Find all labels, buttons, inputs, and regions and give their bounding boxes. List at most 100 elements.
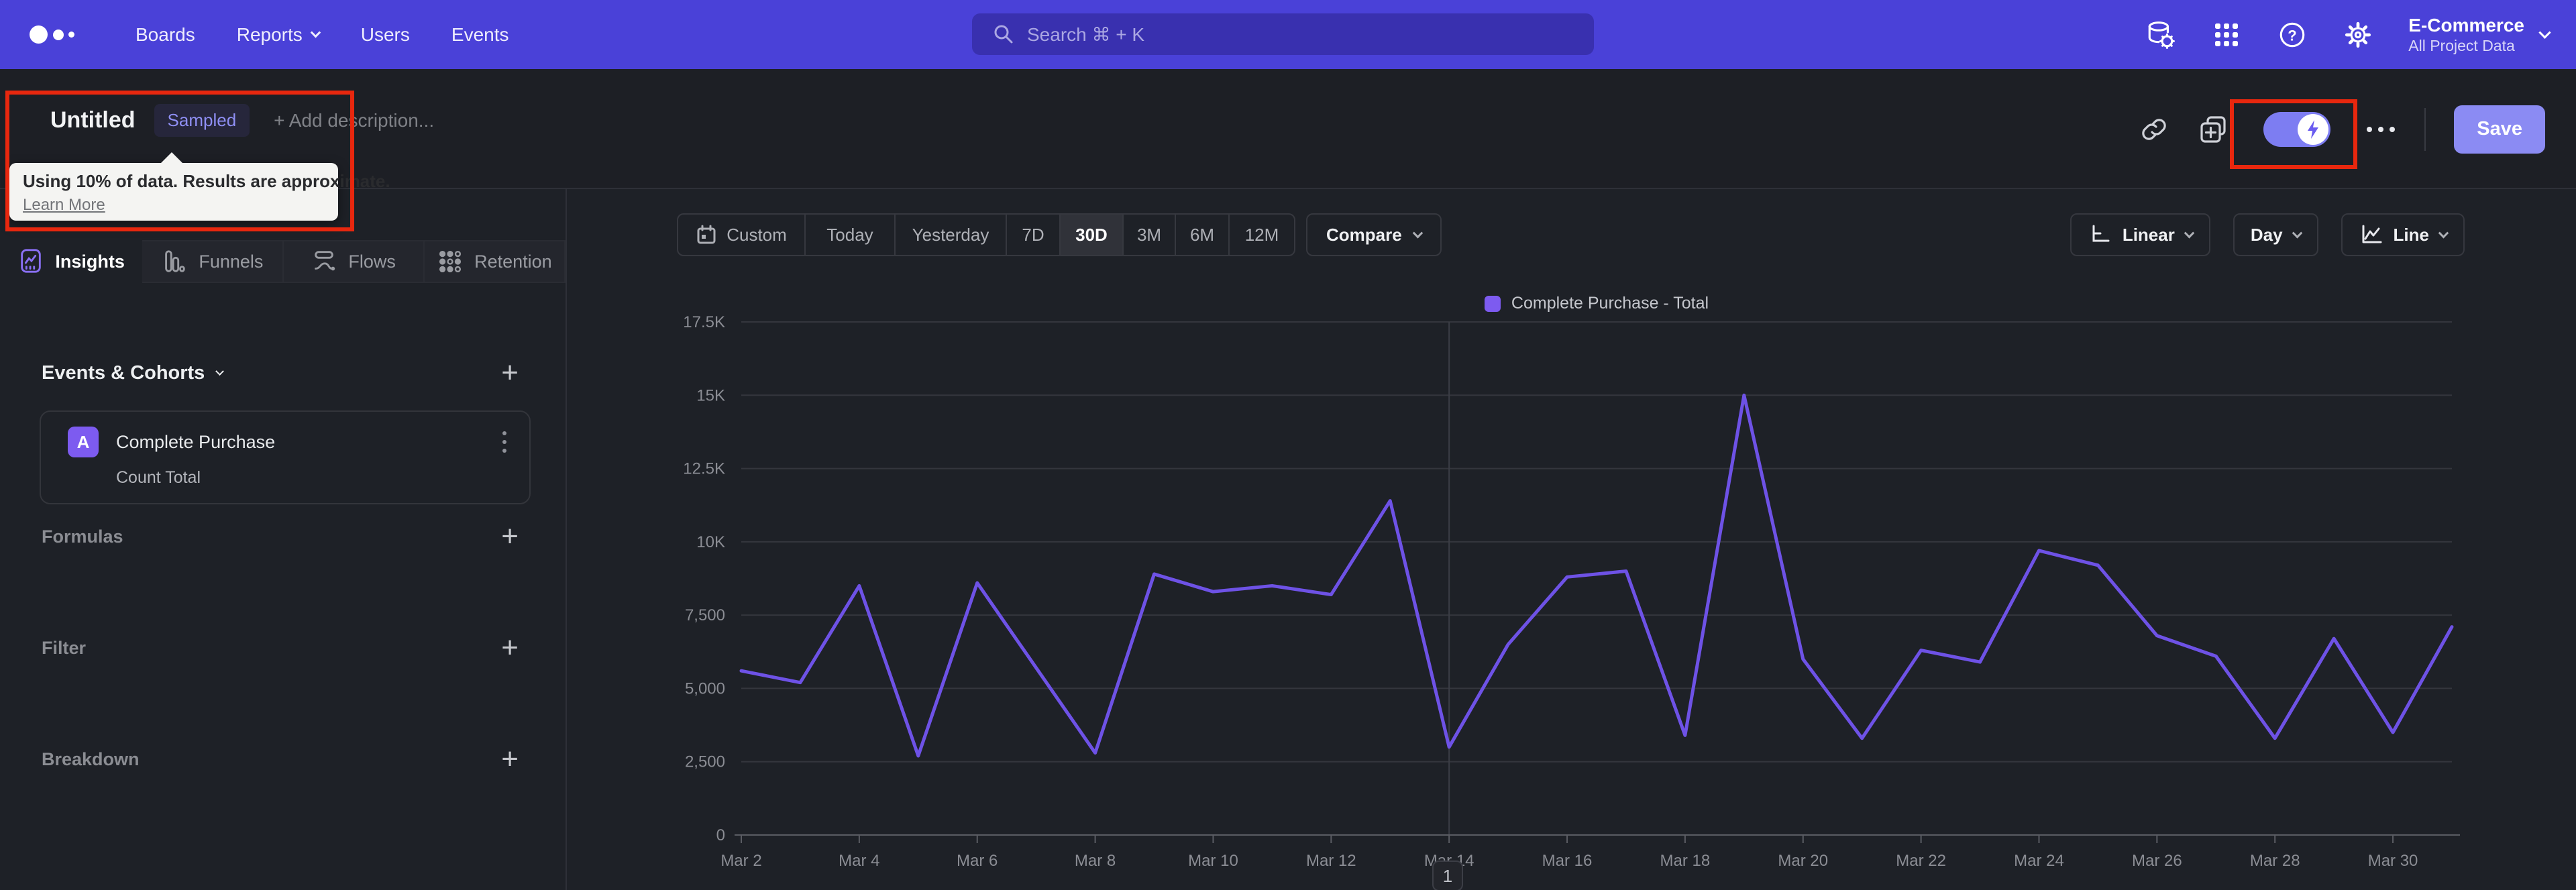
svg-text:17.5K: 17.5K	[683, 313, 725, 331]
save-button[interactable]: Save	[2454, 105, 2545, 154]
search-placeholder: Search ⌘ + K	[1027, 23, 1145, 45]
compare-button[interactable]: Compare	[1306, 213, 1442, 256]
calendar-icon	[697, 225, 716, 244]
insights-icon	[21, 249, 42, 273]
range-6m[interactable]: 6M	[1176, 215, 1230, 255]
formulas-label: Formulas	[42, 526, 123, 547]
add-breakdown-button[interactable]: +	[501, 744, 519, 774]
sampling-toggle[interactable]	[2263, 111, 2331, 147]
svg-text:7,500: 7,500	[685, 606, 725, 624]
svg-text:Mar 16: Mar 16	[1542, 852, 1593, 870]
svg-text:Mar 28: Mar 28	[2250, 852, 2300, 870]
svg-text:Mar 4: Mar 4	[839, 852, 879, 870]
breakdown-label: Breakdown	[42, 748, 140, 769]
divider	[2424, 107, 2426, 151]
query-builder-sidebar: Insights Funnels Flows Retention Events …	[0, 189, 567, 890]
svg-text:Mar 26: Mar 26	[2132, 852, 2182, 870]
range-12m[interactable]: 12M	[1230, 215, 1294, 255]
svg-text:Mar 30: Mar 30	[2368, 852, 2418, 870]
range-7d[interactable]: 7D	[1007, 215, 1061, 255]
event-letter-badge: A	[68, 427, 99, 457]
section-formulas: Formulas +	[42, 522, 519, 551]
chevron-down-icon	[310, 27, 321, 38]
sampling-toggle-wrap	[2230, 99, 2358, 169]
filter-label: Filter	[42, 637, 87, 658]
range-3m[interactable]: 3M	[1124, 215, 1176, 255]
add-filter-button[interactable]: +	[501, 633, 519, 663]
add-event-button[interactable]: +	[501, 358, 519, 388]
chart-type-button[interactable]: Line	[2341, 213, 2465, 256]
search-icon	[992, 23, 1015, 46]
project-name: E-Commerce	[2408, 15, 2524, 36]
line-chart-icon	[2362, 225, 2382, 243]
nav-item-events[interactable]: Events	[451, 24, 509, 46]
event-metric[interactable]: Count Total	[41, 457, 529, 488]
top-nav: Boards Reports Users Events Search ⌘ + K	[0, 0, 2576, 69]
toggle-knob	[2298, 113, 2329, 145]
svg-text:2,500: 2,500	[685, 753, 725, 771]
svg-text:Mar 12: Mar 12	[1306, 852, 1356, 870]
mixpanel-logo-icon[interactable]	[30, 25, 94, 44]
search-input[interactable]: Search ⌘ + K	[972, 13, 1594, 55]
nav-item-boards[interactable]: Boards	[136, 24, 195, 46]
tab-retention[interactable]: Retention	[424, 240, 566, 283]
line-chart[interactable]: 0 2,500 5,000 7,500 10K 12.5K 15K 17.5K Mar 2 Mar…	[567, 288, 2576, 879]
section-breakdown: Breakdown +	[42, 744, 519, 774]
settings-gear-icon[interactable]	[2343, 19, 2373, 50]
svg-text:Mar 20: Mar 20	[1778, 852, 1828, 870]
svg-text:12.5K: 12.5K	[683, 460, 725, 478]
date-range-selector: Custom Today Yesterday 7D 30D 3M 6M 12M	[677, 213, 1295, 256]
range-today[interactable]: Today	[806, 215, 896, 255]
sampled-badge[interactable]: Sampled	[154, 104, 250, 137]
nav-item-reports[interactable]: Reports	[237, 24, 321, 46]
tab-funnels[interactable]: Funnels	[142, 240, 284, 283]
event-name[interactable]: Complete Purchase	[116, 432, 275, 453]
granularity-button[interactable]: Day	[2233, 213, 2318, 256]
app-window: Boards Reports Users Events Search ⌘ + K	[0, 0, 2576, 890]
data-management-icon[interactable]	[2145, 19, 2176, 50]
linear-scale-icon	[2092, 225, 2110, 242]
learn-more-link[interactable]: Learn More	[23, 196, 105, 215]
tab-flows[interactable]: Flows	[283, 240, 425, 283]
chart-display-controls: Linear Day Line	[2070, 213, 2465, 256]
svg-text:Mar 10: Mar 10	[1188, 852, 1238, 870]
y-scale-button[interactable]: Linear	[2070, 213, 2210, 256]
more-menu-icon[interactable]	[2365, 114, 2396, 145]
copy-link-icon[interactable]	[2139, 114, 2169, 145]
svg-text:Mar 6: Mar 6	[957, 852, 998, 870]
funnels-icon	[165, 250, 186, 272]
svg-text:?: ?	[2288, 27, 2297, 44]
help-icon[interactable]: ?	[2277, 19, 2308, 50]
add-formula-button[interactable]: +	[501, 522, 519, 551]
events-cohorts-label[interactable]: Events & Cohorts	[42, 362, 225, 384]
section-filter: Filter +	[42, 633, 519, 663]
sampling-tooltip: Using 10% of data. Results are approxima…	[9, 152, 390, 221]
svg-text:5,000: 5,000	[685, 679, 725, 698]
add-to-board-icon[interactable]	[2198, 114, 2229, 145]
retention-icon	[439, 250, 462, 273]
svg-text:Mar 24: Mar 24	[2014, 852, 2064, 870]
apps-grid-icon[interactable]	[2211, 19, 2242, 50]
report-title[interactable]: Untitled	[50, 107, 136, 133]
svg-text:Mar 8: Mar 8	[1075, 852, 1116, 870]
report-tabs: Insights Funnels Flows Retention	[0, 240, 566, 283]
pagination-badge[interactable]: 1	[1432, 860, 1463, 890]
range-yesterday[interactable]: Yesterday	[896, 215, 1007, 255]
nav-right-cluster: ? E-Commerce All Project Data	[2145, 0, 2551, 69]
svg-text:Mar 18: Mar 18	[1660, 852, 1711, 870]
range-30d[interactable]: 30D	[1061, 215, 1124, 255]
lightning-bolt-icon	[2308, 119, 2319, 139]
project-scope: All Project Data	[2408, 36, 2515, 54]
event-card[interactable]: A Complete Purchase Count Total	[40, 410, 531, 504]
svg-text:Mar 2: Mar 2	[720, 852, 761, 870]
event-kebab-menu-icon[interactable]	[502, 431, 511, 453]
project-switcher[interactable]: E-Commerce All Project Data	[2408, 14, 2551, 55]
nav-item-users[interactable]: Users	[361, 24, 410, 46]
chevron-down-icon	[215, 366, 225, 376]
add-description-button[interactable]: + Add description...	[274, 110, 434, 131]
svg-text:Mar 22: Mar 22	[1896, 852, 1946, 870]
range-custom[interactable]: Custom	[678, 215, 806, 255]
tab-insights[interactable]: Insights	[0, 240, 143, 283]
svg-text:15K: 15K	[696, 386, 725, 404]
events-cohorts-header: Events & Cohorts +	[42, 358, 519, 388]
